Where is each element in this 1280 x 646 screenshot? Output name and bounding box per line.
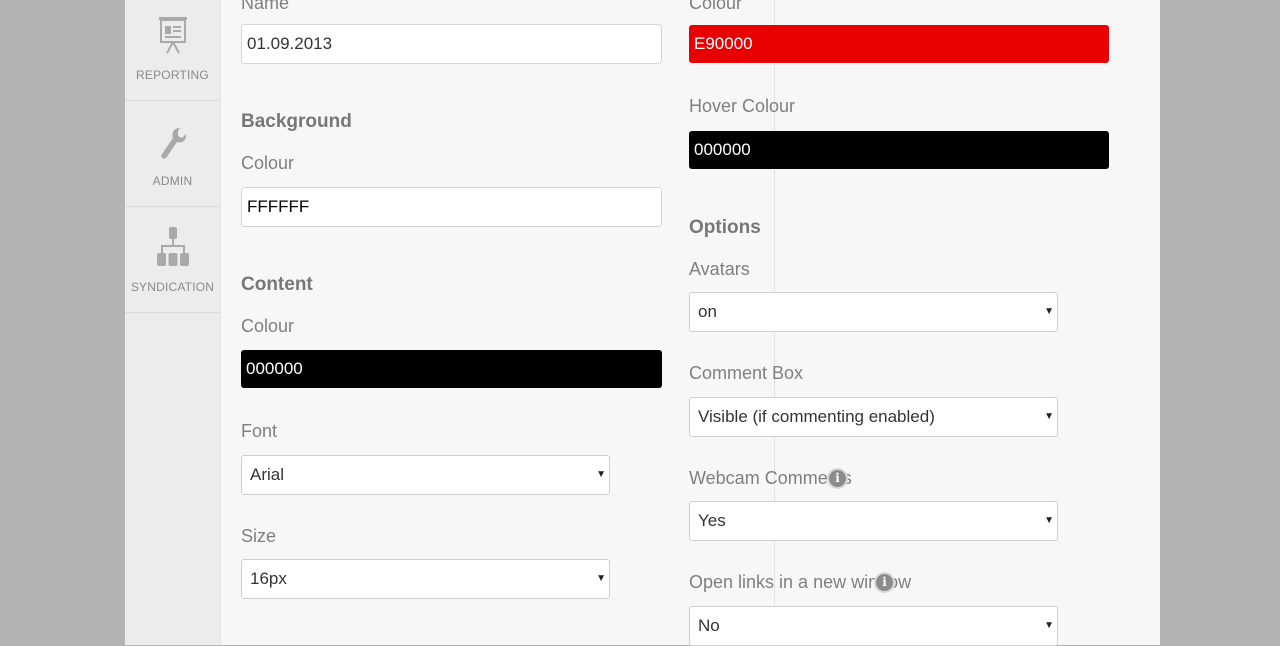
sidebar-item-admin[interactable]: ADMIN: [125, 101, 220, 207]
sidebar-item-reporting[interactable]: REPORTING: [125, 0, 220, 101]
size-select[interactable]: 16px ▼: [241, 559, 610, 599]
caret-down-icon: ▼: [596, 573, 606, 584]
background-heading: Background: [241, 111, 352, 132]
settings-form: Name 01.09.2013 Background Colour FFFFFF…: [221, 0, 1160, 646]
comment-box-label: Comment Box: [689, 363, 804, 383]
size-label: Size: [241, 526, 277, 546]
info-icon[interactable]: [827, 468, 848, 489]
hover-colour-input[interactable]: 000000: [689, 131, 1109, 169]
caret-down-icon: ▼: [1044, 411, 1054, 422]
colour-input[interactable]: E90000: [689, 25, 1109, 63]
hover-colour-label: Hover Colour: [689, 96, 796, 116]
content-colour-input[interactable]: 000000: [241, 350, 662, 388]
caret-down-icon: ▼: [1044, 515, 1054, 526]
app-window: REPORTING ADMIN SYNDICATION Name 01.09.2…: [125, 0, 1160, 646]
name-input[interactable]: 01.09.2013: [241, 24, 662, 64]
webcam-comments-select-value: Yes: [698, 511, 726, 530]
comment-box-select-value: Visible (if commenting enabled): [698, 407, 935, 426]
content-heading: Content: [241, 274, 313, 295]
font-label: Font: [241, 421, 278, 441]
org-chart-icon: [156, 226, 190, 273]
wrench-icon: [158, 126, 188, 169]
sidebar-item-syndication[interactable]: SYNDICATION: [125, 207, 220, 313]
avatars-label: Avatars: [689, 259, 750, 279]
avatars-select[interactable]: on ▼: [689, 292, 1058, 332]
caret-down-icon: ▼: [596, 469, 606, 480]
size-select-value: 16px: [250, 569, 287, 588]
sidebar-item-label: ADMIN: [152, 174, 193, 188]
font-select[interactable]: Arial ▼: [241, 455, 610, 495]
info-icon[interactable]: [874, 572, 895, 593]
avatars-select-value: on: [698, 302, 717, 321]
name-label: Name: [241, 0, 290, 13]
new-window-select-value: No: [698, 616, 720, 635]
options-heading: Options: [689, 217, 761, 238]
sidebar-item-label: SYNDICATION: [130, 280, 215, 294]
sidebar: REPORTING ADMIN SYNDICATION: [125, 0, 221, 645]
webcam-comments-select[interactable]: Yes ▼: [689, 501, 1058, 541]
content-colour-label: Colour: [241, 316, 295, 336]
background-colour-input[interactable]: FFFFFF: [241, 187, 662, 227]
new-window-select[interactable]: No ▼: [689, 606, 1058, 646]
sidebar-item-label: REPORTING: [136, 68, 209, 82]
caret-down-icon: ▼: [1044, 306, 1054, 317]
background-colour-label: Colour: [241, 153, 295, 173]
font-select-value: Arial: [250, 465, 285, 484]
colour-label: Colour: [689, 0, 743, 13]
presentation-board-icon: [158, 15, 188, 60]
comment-box-select[interactable]: Visible (if commenting enabled) ▼: [689, 397, 1058, 437]
caret-down-icon: ▼: [1044, 620, 1054, 631]
